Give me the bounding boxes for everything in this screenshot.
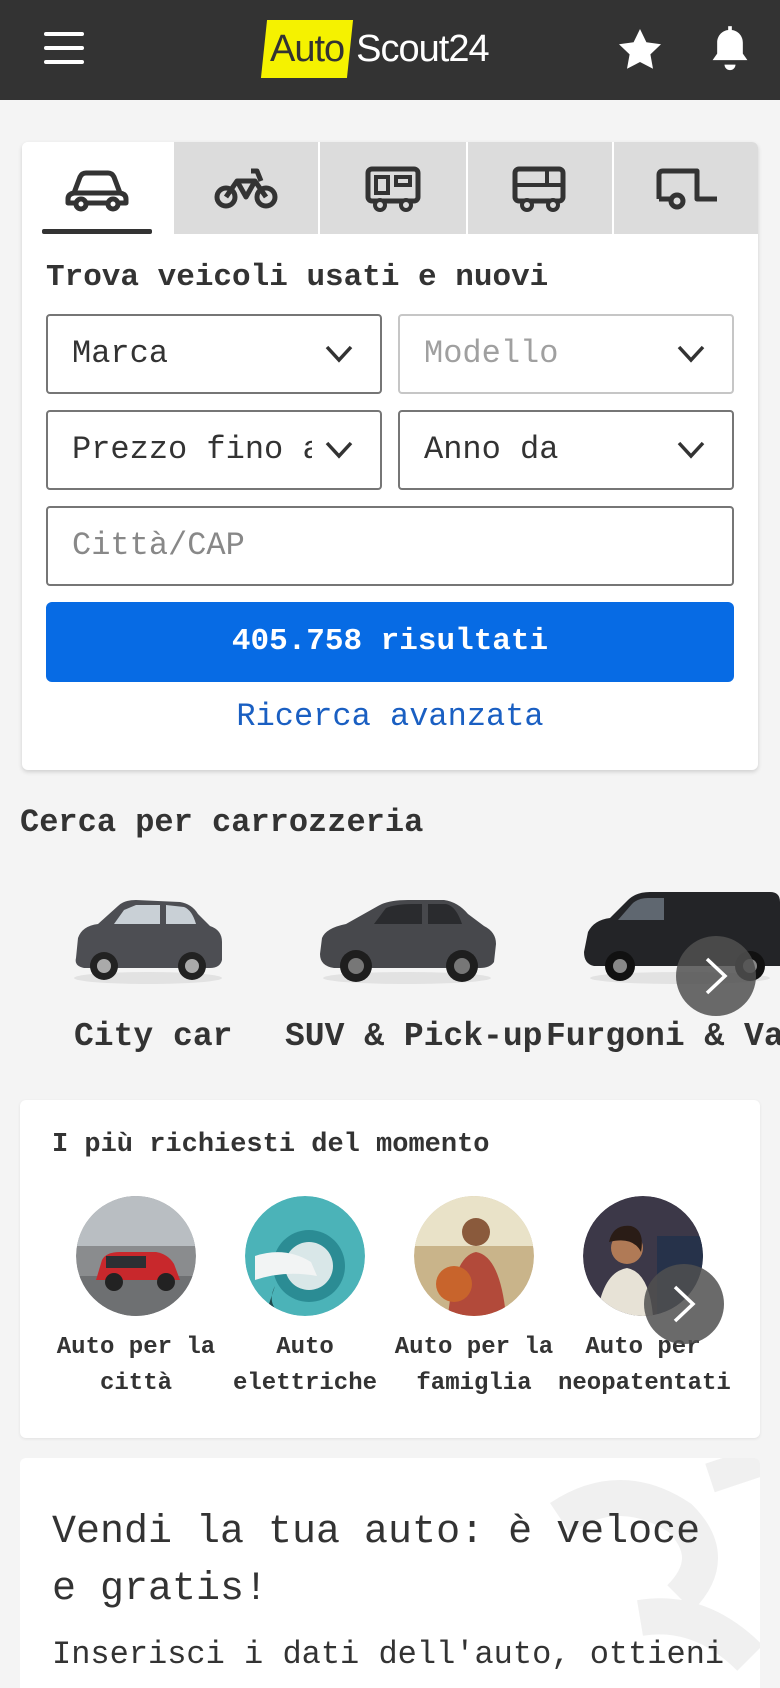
popular-card: I più richiesti del momento Auto per la c… (20, 1100, 760, 1438)
popular-next-button[interactable] (644, 1264, 724, 1344)
advanced-search-link[interactable]: Ricerca avanzata (22, 698, 758, 735)
tab-truck[interactable] (468, 142, 612, 234)
price-select-value: Prezzo fino a (72, 431, 312, 468)
chevron-down-icon (325, 345, 353, 363)
body-type-city-car[interactable] (60, 880, 230, 990)
body-type-next-button[interactable] (676, 936, 756, 1016)
popular-item-electric[interactable]: Auto elettriche (220, 1196, 390, 1402)
star-icon[interactable] (616, 26, 664, 74)
body-type-suv[interactable] (312, 880, 502, 990)
popular-item-line1: Auto per la (394, 1334, 554, 1361)
chevron-right-icon (705, 957, 728, 995)
city-car-image (74, 900, 223, 984)
results-button[interactable]: 405.758 risultati (46, 602, 734, 682)
popular-item-city[interactable]: Auto per la città (51, 1196, 221, 1402)
family-car-photo (414, 1196, 534, 1316)
chevron-down-icon (677, 345, 705, 363)
search-title: Trova veicoli usati e nuovi (46, 260, 549, 295)
chevron-down-icon (677, 441, 705, 459)
tab-car[interactable] (22, 142, 172, 234)
body-type-label-city-car: City car (74, 1018, 233, 1055)
top-bar: Auto Scout24 (0, 0, 780, 100)
body-type-label-van: Furgoni & Van (546, 1018, 780, 1055)
hamburger-menu-icon[interactable] (44, 30, 84, 66)
model-select-value: Modello (424, 335, 559, 372)
trailer-icon (656, 168, 717, 210)
motorbike-icon (214, 168, 278, 209)
popular-item-family[interactable]: Auto per la famiglia (389, 1196, 559, 1402)
electric-car-photo (245, 1196, 365, 1316)
popular-item-line1: Auto (276, 1334, 334, 1361)
logo-scout-text: Scout24 (356, 28, 489, 70)
city-car-photo (76, 1196, 196, 1316)
body-type-carousel: City car SUV & Pick-up Furgoni & Van (0, 880, 780, 1070)
active-tab-indicator (42, 229, 152, 234)
city-zip-placeholder: Città/CAP (72, 527, 245, 564)
city-zip-input[interactable]: Città/CAP (46, 506, 734, 586)
popular-item-line2: elettriche (232, 1370, 378, 1397)
tab-camper[interactable] (320, 142, 466, 234)
sell-text: Inserisci i dati dell'auto, ottieni (52, 1636, 725, 1673)
bell-icon[interactable] (708, 26, 752, 74)
chevron-right-icon (673, 1285, 696, 1323)
suv-image (320, 900, 496, 984)
search-card: Trova veicoli usati e nuovi Marca Modell… (22, 142, 758, 770)
make-select[interactable]: Marca (46, 314, 382, 394)
popular-item-line2: città (99, 1370, 172, 1397)
vehicle-tabs (22, 142, 758, 234)
popular-item-label: Auto per la famiglia (389, 1330, 559, 1402)
body-type-label-suv: SUV & Pick-up (285, 1018, 543, 1055)
sell-title: Vendi la tua auto: è veloce e gratis! (52, 1510, 701, 1612)
year-select[interactable]: Anno da (398, 410, 734, 490)
year-select-value: Anno da (424, 431, 559, 468)
tab-motorbike[interactable] (174, 142, 318, 234)
popular-item-line2: famiglia (416, 1370, 532, 1397)
body-type-title: Cerca per carrozzeria (20, 804, 424, 841)
truck-icon (512, 166, 566, 212)
chevron-down-icon (325, 441, 353, 459)
popular-item-label: Auto per la città (51, 1330, 221, 1402)
sell-card: Vendi la tua auto: è veloce e gratis! In… (20, 1458, 760, 1688)
model-select[interactable]: Modello (398, 314, 734, 394)
price-select[interactable]: Prezzo fino a (46, 410, 382, 490)
car-icon (65, 170, 129, 212)
popular-item-line2: neopatentati (558, 1370, 731, 1397)
popular-item-label: Auto per neopatentati (558, 1330, 731, 1402)
logo-auto-text: Auto (270, 28, 345, 70)
popular-item-label: Auto elettriche (220, 1330, 390, 1402)
make-select-value: Marca (72, 335, 169, 372)
popular-title: I più richiesti del momento (52, 1130, 490, 1160)
camper-icon (365, 166, 421, 212)
tab-trailer[interactable] (614, 142, 758, 234)
popular-item-line1: Auto per la (56, 1334, 216, 1361)
autoscout24-logo[interactable]: Auto Scout24 (260, 20, 490, 78)
